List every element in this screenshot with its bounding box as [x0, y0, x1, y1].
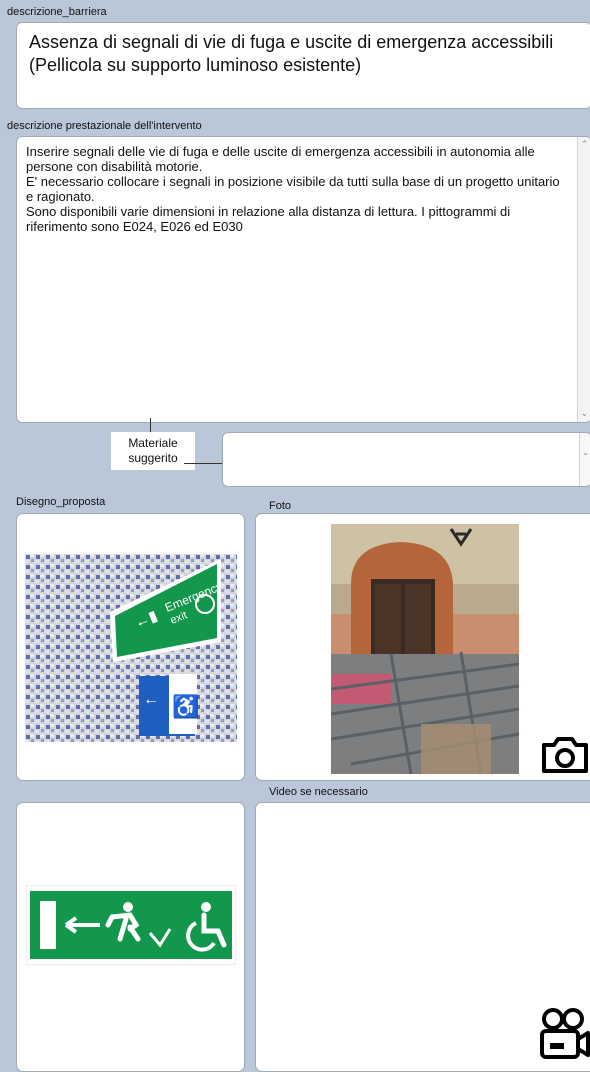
descrizione-barriera-label: descrizione_barriera [7, 6, 107, 18]
materiale-scrollbar[interactable]: ⌄ [579, 433, 590, 486]
svg-text:♿: ♿ [172, 694, 199, 719]
descrizione-prestazionale-field[interactable]: Inserire segnali delle vie di fuga e del… [16, 136, 590, 423]
scroll-up-icon[interactable]: ⌃ [578, 139, 590, 150]
video-camera-icon[interactable] [538, 1007, 590, 1063]
camera-icon[interactable] [540, 733, 590, 775]
disegno-proposta-container[interactable]: ←▮ Emergency exit ← ♿ [16, 513, 245, 781]
video-label: Video se necessario [269, 786, 368, 798]
video-container[interactable] [255, 802, 590, 1072]
descrizione-prestazionale-value: Inserire segnali delle vie di fuga e del… [26, 144, 560, 234]
materiale-label: Materiale suggerito [111, 432, 195, 470]
emergency-exit-sign-image [26, 885, 236, 965]
materiale-connector-line [150, 418, 151, 432]
foto-container[interactable] [255, 513, 590, 781]
svg-text:←: ← [143, 691, 159, 708]
disegno-proposta-label: Disegno_proposta [16, 496, 106, 508]
disegno-proposta-image: ←▮ Emergency exit ← ♿ [25, 554, 237, 742]
descrizione-barriera-value: Assenza di segnali di vie di fuga e usci… [29, 32, 554, 75]
materiale-field[interactable]: ⌄ [222, 432, 590, 487]
scroll-down-icon[interactable]: ⌄ [580, 447, 590, 458]
descrizione-barriera-field[interactable]: Assenza di segnali di vie di fuga e usci… [16, 22, 590, 109]
disegno-secondary-container[interactable] [16, 802, 245, 1072]
descrizione-prestazionale-label: descrizione prestazionale dell'intervent… [7, 120, 202, 132]
prestazionale-scrollbar[interactable]: ⌃ ⌄ [577, 137, 590, 422]
foto-label: Foto [269, 500, 292, 512]
materiale-connector-line [184, 463, 222, 464]
foto-image [331, 524, 519, 774]
scroll-down-icon[interactable]: ⌄ [578, 408, 590, 419]
